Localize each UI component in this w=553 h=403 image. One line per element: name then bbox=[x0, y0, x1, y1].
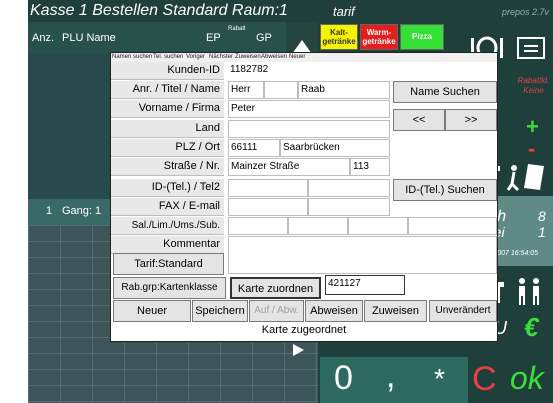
name-field[interactable]: Raab bbox=[298, 81, 390, 99]
strasse-field[interactable]: Mainzer Straße bbox=[228, 158, 350, 176]
numpad: 0 , * bbox=[320, 357, 468, 403]
speichern-button[interactable]: Speichern bbox=[192, 300, 248, 322]
rabatt-gruppe-button[interactable]: Rab.grp:Kartenklasse bbox=[113, 277, 226, 299]
neuer-button[interactable]: Neuer bbox=[113, 300, 191, 322]
next-button[interactable]: >> bbox=[445, 109, 497, 131]
rabatt-class-label: Rabattkl. Keine bbox=[517, 76, 550, 95]
auf-abw-button[interactable]: Auf / Abw. bbox=[249, 300, 304, 322]
title-bar: Kasse 1 Bestellen Standard Raum:1 tarif … bbox=[28, 0, 553, 22]
partei-number: 1 bbox=[538, 224, 546, 240]
customer-dialog: Namen suchen Tel. suchen Voriger Nächste… bbox=[110, 52, 498, 342]
tel-field[interactable] bbox=[228, 179, 308, 197]
menu-voriger[interactable]: Voriger bbox=[186, 54, 205, 60]
kommentar-field[interactable] bbox=[228, 236, 497, 274]
numpad-star[interactable]: * bbox=[434, 363, 445, 395]
ums-field[interactable] bbox=[348, 217, 408, 235]
col-rabatt: Rabatt bbox=[228, 26, 246, 32]
fax-field[interactable] bbox=[228, 198, 308, 216]
minus-icon[interactable]: - bbox=[528, 136, 535, 162]
label-anrede: Anr. / Titel / Name bbox=[111, 81, 224, 99]
menu-abweisen[interactable]: Abweisen bbox=[261, 54, 287, 60]
name-suchen-button[interactable]: Name Suchen bbox=[393, 81, 497, 103]
clear-button[interactable]: C bbox=[472, 360, 497, 399]
label-strasse: Straße / Nr. bbox=[111, 158, 224, 176]
tarif-button[interactable]: Tarif:Standard bbox=[113, 253, 224, 275]
abweisen-button[interactable]: Abweisen bbox=[305, 300, 363, 322]
anrede-field[interactable]: Herr bbox=[228, 81, 264, 99]
category-kaltgetraenke[interactable]: Kalt- getränke bbox=[320, 24, 358, 50]
ok-button[interactable]: ok bbox=[510, 360, 544, 397]
label-kunden-id: Kunden-ID bbox=[111, 62, 224, 80]
menu-namen-suchen[interactable]: Namen suchen bbox=[112, 54, 152, 60]
dialog-menu-bar: Namen suchen Tel. suchen Voriger Nächste… bbox=[111, 53, 497, 62]
menu-zuweisen[interactable]: Zuweisen bbox=[235, 54, 261, 60]
version-label: prepos 2.7v bbox=[502, 7, 550, 17]
col-ep: EP bbox=[206, 32, 221, 44]
label-sal: Sal./Lim./Ums./Sub. bbox=[111, 217, 224, 235]
pos-screen: Kasse 1 Bestellen Standard Raum:1 tarif … bbox=[28, 0, 553, 403]
euro-button[interactable]: € bbox=[524, 312, 538, 343]
play-icon[interactable] bbox=[290, 342, 306, 358]
sal-field[interactable] bbox=[228, 217, 288, 235]
nr-field[interactable]: 113 bbox=[350, 158, 390, 176]
label-kommentar: Kommentar bbox=[111, 236, 224, 254]
col-plu-name: PLU Name bbox=[62, 32, 116, 44]
category-label: Pizza bbox=[411, 32, 432, 41]
label-plz-ort: PLZ / Ort bbox=[111, 139, 224, 157]
category-pizza[interactable]: Pizza bbox=[400, 24, 444, 50]
label-land: Land bbox=[111, 120, 224, 138]
menu-naechster[interactable]: Nächster bbox=[209, 54, 233, 60]
karte-number-field[interactable]: 421127 bbox=[325, 275, 405, 295]
email-field[interactable] bbox=[308, 198, 390, 216]
category-warmgetraenke[interactable]: Warm- getränke bbox=[360, 24, 398, 50]
label-fax: FAX / E-mail bbox=[111, 198, 224, 216]
tel-suchen-button[interactable]: ID-(Tel.) Suchen bbox=[393, 179, 497, 201]
tarif-label: tarif bbox=[333, 4, 355, 19]
col-gp: GP bbox=[256, 32, 272, 44]
order-row-anz: 1 bbox=[46, 205, 53, 217]
numpad-zero[interactable]: 0 bbox=[334, 359, 353, 398]
vorname-field[interactable]: Peter bbox=[228, 100, 390, 118]
kunden-id-value: 1182782 bbox=[228, 62, 390, 80]
category-label: Warm- getränke bbox=[362, 28, 396, 46]
ort-field[interactable]: Saarbrücken bbox=[280, 139, 390, 157]
menu-tel-suchen[interactable]: Tel. suchen bbox=[153, 54, 183, 60]
karte-zuordnen-button[interactable]: Karte zuordnen bbox=[230, 277, 321, 299]
menu-neuer[interactable]: Neuer bbox=[289, 54, 305, 60]
label-tel: ID-(Tel.) / Tel2 bbox=[111, 179, 224, 197]
prev-button[interactable]: << bbox=[393, 109, 445, 131]
window-title: Kasse 1 Bestellen Standard Raum:1 bbox=[30, 2, 288, 19]
status-message: Karte zugeordnet bbox=[261, 324, 347, 336]
sub-field[interactable] bbox=[408, 217, 497, 235]
order-row-label: Gang: 1 bbox=[62, 205, 102, 217]
zuweisen-button[interactable]: Zuweisen bbox=[364, 300, 427, 322]
category-label: Kalt- getränke bbox=[322, 28, 356, 46]
titel-field[interactable] bbox=[264, 81, 298, 99]
label-vorname: Vorname / Firma bbox=[111, 100, 224, 118]
col-anz: Anz. bbox=[32, 32, 55, 44]
lim-field[interactable] bbox=[288, 217, 348, 235]
tel2-field[interactable] bbox=[308, 179, 390, 197]
order-header: Anz. PLU Name EP Rabatt GP bbox=[28, 22, 286, 54]
unveraendert-button[interactable]: Unverändert bbox=[429, 300, 497, 322]
tisch-number: 8 bbox=[538, 208, 546, 224]
land-field[interactable] bbox=[228, 120, 390, 138]
plz-field[interactable]: 66111 bbox=[228, 139, 280, 157]
numpad-comma[interactable]: , bbox=[386, 357, 395, 396]
keyboard-icon[interactable] bbox=[516, 36, 546, 60]
